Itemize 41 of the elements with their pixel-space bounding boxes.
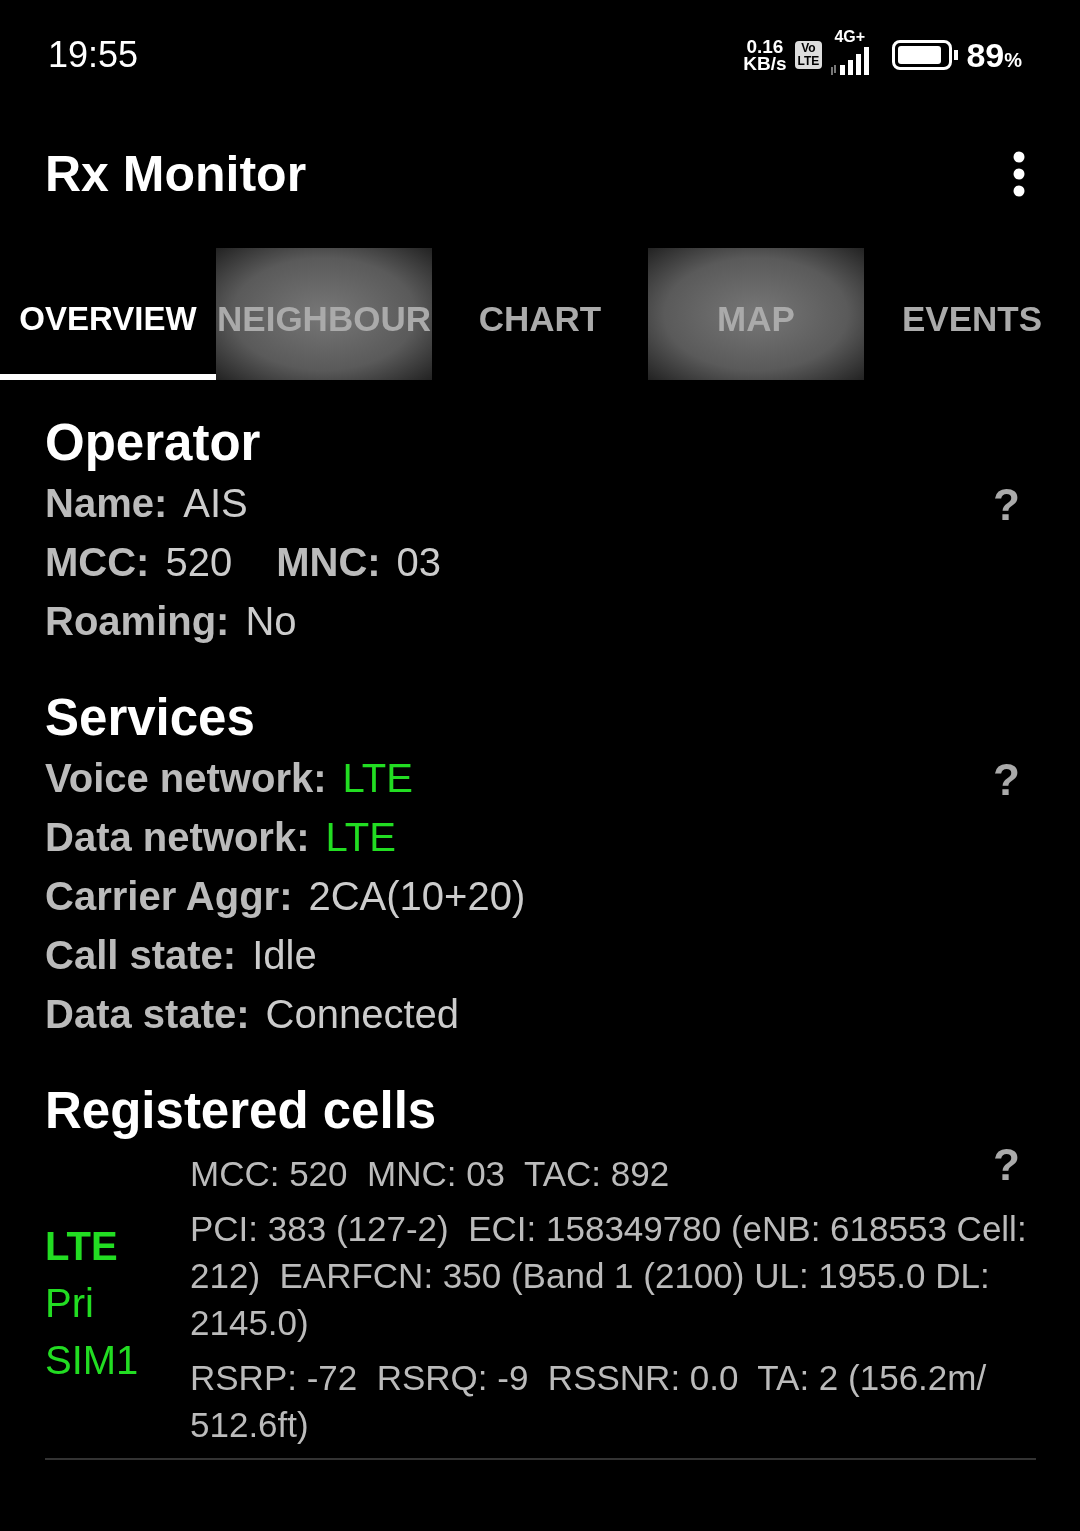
speed-value: 0.16 (746, 38, 784, 55)
field-value: No (245, 599, 297, 644)
cell-info: MCC: 520 MNC: 03 TAC: 892 (190, 1153, 670, 1195)
field-value: 520 (165, 540, 233, 585)
app-title: Rx Monitor (45, 145, 307, 203)
more-menu-icon[interactable] (1012, 151, 1026, 197)
field-label: Call state: (45, 933, 237, 978)
field-label: Data state: (45, 992, 250, 1037)
field-value: 2CA(10+20) (308, 874, 526, 919)
field-label: Name: (45, 481, 168, 526)
cell-technology: LTE (45, 1223, 119, 1269)
status-time: 19:55 (48, 34, 139, 76)
field-value: Idle (252, 933, 317, 978)
help-button[interactable]: ? (993, 480, 1020, 530)
field-label: Data network: (45, 815, 310, 860)
field-label: Roaming: (45, 599, 230, 644)
field-label: Voice network: (45, 756, 327, 801)
field-label: MNC: (276, 540, 381, 585)
cell-sim: SIM1 (45, 1337, 140, 1383)
field-label: Carrier Aggr: (45, 874, 293, 919)
cell-info: PCI: 383 (127-2) ECI: 158349780 (eNB: 618553 Cell: 212) EARFCN: 350 (Band 1 (2100) UL: 1955.0 DL: 2145.0) (190, 1208, 1028, 1344)
network-type: 4G+ (834, 29, 866, 45)
help-button[interactable]: ? (993, 755, 1020, 805)
field-value: Connected (265, 992, 459, 1037)
field-value: 03 (396, 540, 442, 585)
tab[interactable]: EVENTS (864, 248, 1080, 380)
field-label: MCC: (45, 540, 150, 585)
section-title: Services (45, 688, 256, 748)
cell-role: Pri (45, 1280, 95, 1326)
battery-percent: 89% (966, 35, 1022, 75)
field-value: LTE (325, 815, 396, 860)
field-value: AIS (183, 481, 248, 526)
section-title: Operator (45, 413, 262, 473)
speed-unit: KB/s (743, 55, 787, 72)
field-value: LTE (342, 756, 413, 801)
battery-icon (892, 40, 953, 70)
section-title: Registered cells (45, 1081, 438, 1141)
help-button[interactable]: ? (993, 1140, 1020, 1190)
cell-info: RSRP: -72 RSRQ: -9 RSSNR: 0.0 TA: 2 (156.2m/ 512.6ft) (190, 1357, 988, 1446)
volte-badge: Vo LTE (794, 41, 823, 69)
tab[interactable]: CHART (432, 248, 648, 380)
